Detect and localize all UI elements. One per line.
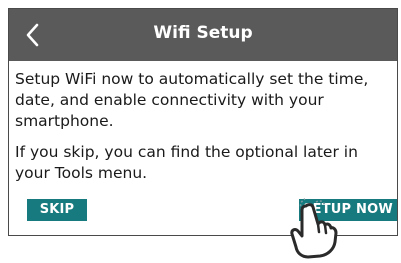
- message-paragraph-1: Setup WiFi now to automatically set the …: [15, 70, 369, 130]
- page-title: Wifi Setup: [153, 23, 253, 43]
- skip-button[interactable]: SKIP: [27, 199, 87, 221]
- header-bar: Wifi Setup: [9, 9, 397, 61]
- message-body: Setup WiFi now to automatically set the …: [15, 69, 391, 184]
- message-paragraph-2: If you skip, you can find the optional l…: [15, 143, 358, 182]
- tap-hand-icon: [272, 196, 340, 259]
